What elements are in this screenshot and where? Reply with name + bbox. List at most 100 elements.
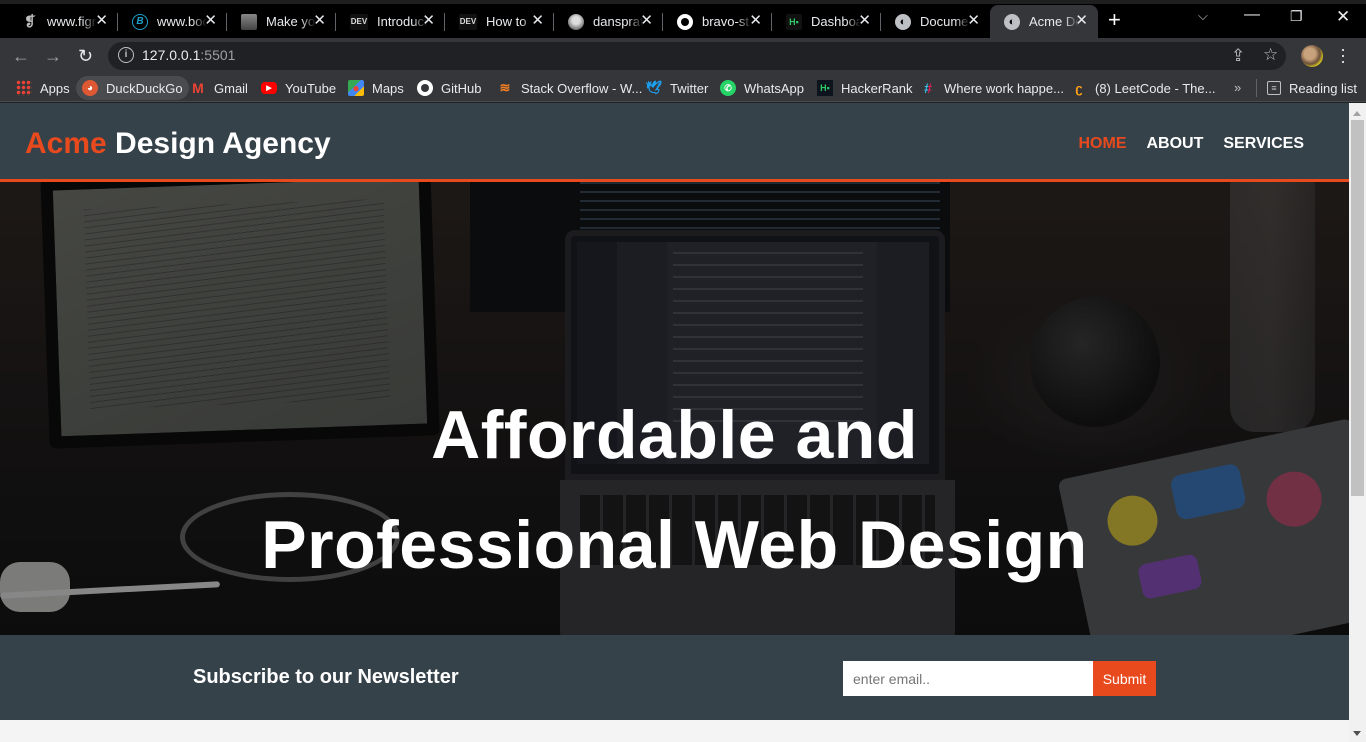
dev-icon: DEV [459,13,477,30]
site-info-icon[interactable]: i [118,47,134,63]
close-tab-icon[interactable]: ✕ [967,13,980,29]
hero-heading: Affordable and Professional Web Design [0,380,1349,600]
bookmark-label: WhatsApp [744,80,804,96]
bookmark-item[interactable]: GitHub [411,76,487,100]
close-tab-icon[interactable]: ✕ [749,13,762,29]
profile-photo-icon [568,13,584,30]
bookmark-label: GitHub [441,80,482,96]
tab-title: Make your [266,14,316,29]
tab-title: bravo-st [702,14,749,29]
bookmarks-overflow-button[interactable]: » [1234,80,1241,95]
leetcode-icon: ʗ [1075,80,1083,96]
browser-tab[interactable]: H▪ Dashboard ✕ [772,5,881,38]
reading-list-button[interactable]: ≡ Reading list [1261,76,1363,100]
browser-menu-icon[interactable]: · · · [1340,40,1346,70]
address-bar[interactable] [108,42,1286,70]
tab-title: Dashboard [811,14,861,29]
bookmark-item[interactable]: ▶ YouTube [255,76,342,100]
page-scrollbar[interactable] [1349,103,1366,742]
close-tab-icon[interactable]: ✕ [204,13,217,29]
bookmark-item[interactable]: M Gmail [184,76,254,100]
browser-tab[interactable]: Make your ✕ [227,5,336,38]
scrollbar-thumb[interactable] [1351,120,1364,496]
whatsapp-icon: ✆ [720,80,736,96]
reading-list-icon: ≡ [1267,81,1281,95]
close-tab-icon[interactable]: ✕ [640,13,653,29]
site-logo[interactable]: Acme Design Agency [25,127,331,161]
bookmark-item[interactable]: H▪ HackerRank [811,76,919,100]
back-button[interactable]: ← [12,44,30,68]
bookmark-item[interactable]: ʗ (8) LeetCode - The... [1065,76,1221,100]
browser-tab[interactable]: B www.bootstrap ✕ [118,5,227,38]
bookmark-item[interactable]: ≋ Stack Overflow - W... [491,76,648,100]
hero-showcase: Affordable and Professional Web Design [0,182,1349,635]
github-icon [677,13,693,30]
close-tab-icon[interactable]: ✕ [1075,13,1088,29]
restore-button[interactable]: ❐ [1290,8,1303,25]
tab-title: dansprat [593,14,643,29]
share-icon[interactable]: ⇪ [1231,46,1245,66]
browser-tab[interactable]: ◐ Document ✕ [881,5,990,38]
profile-avatar[interactable] [1301,45,1323,67]
slack-icon: # [920,80,936,96]
bookmark-item[interactable]: 🕊 Twitter [640,76,714,100]
hero-heading-line2: Professional Web Design [261,507,1088,583]
browser-tab[interactable]: ❡ www.figma.com ✕ [8,5,118,38]
bookmark-label: Where work happe... [944,80,1064,96]
bookmark-label: Maps [372,80,404,96]
bootstrap-icon: B [132,13,148,30]
new-tab-button[interactable]: + [1108,9,1121,31]
submit-button[interactable]: Submit [1093,661,1156,696]
bookmark-item[interactable]: ● Maps [342,76,410,100]
browser-tab[interactable]: DEV How to ✕ [445,5,554,38]
nav-link-home[interactable]: Home [1078,135,1126,153]
gmail-icon: M [192,80,204,96]
close-tab-icon[interactable]: ✕ [858,13,871,29]
bookmark-label: DuckDuckGo [106,80,183,96]
browser-tab[interactable]: DEV Introducing ✕ [336,5,445,38]
tab-title: www.figma.com [47,14,97,29]
nav-link-about[interactable]: About [1146,135,1203,153]
site-header: Acme Design Agency Home About Services [0,103,1349,182]
newsletter-form: Submit [843,661,1156,696]
main-nav: Home About Services [1078,135,1304,153]
reload-button[interactable]: ↻ [78,44,93,68]
tab-search-chevron-icon[interactable]: ⌵ [1198,8,1208,24]
github-icon [417,80,433,96]
close-tab-icon[interactable]: ✕ [531,13,544,29]
globe-icon: ◐ [895,13,911,30]
twitter-icon: 🕊 [645,80,663,95]
page-viewport: Acme Design Agency Home About Services A… [0,103,1349,742]
close-window-button[interactable]: ✕ [1336,7,1350,27]
minimize-button[interactable]: — [1244,6,1260,24]
close-tab-icon[interactable]: ✕ [422,13,435,29]
scroll-down-arrow-icon[interactable] [1353,731,1361,736]
newsletter-section: Subscribe to our Newsletter Submit [0,635,1349,720]
bookmark-item[interactable]: Apps [10,76,76,100]
close-tab-icon[interactable]: ✕ [313,13,326,29]
forward-button[interactable]: → [44,44,62,68]
bookmark-item[interactable]: # Where work happe... [914,76,1070,100]
url-host: 127.0.0.1 [142,47,201,63]
bookmark-label: Stack Overflow - W... [521,80,643,96]
email-input[interactable] [843,661,1093,696]
newsletter-title: Subscribe to our Newsletter [193,666,459,688]
browser-tab-active[interactable]: ◐ Acme Design ✕ [990,5,1098,38]
bookmark-item[interactable]: ◕ DuckDuckGo [76,76,189,100]
logo-text: Design Agency [106,127,331,160]
maps-icon: ● [348,80,364,96]
bookmark-star-icon[interactable]: ☆ [1263,45,1278,65]
address-url[interactable]: 127.0.0.1:5501 [142,47,235,63]
browser-tab[interactable]: bravo-st ✕ [663,5,772,38]
nav-link-services[interactable]: Services [1223,135,1304,153]
close-tab-icon[interactable]: ✕ [95,13,108,29]
bookmark-item[interactable]: ✆ WhatsApp [714,76,810,100]
dev-icon: DEV [350,13,368,30]
profile-photo-icon [241,13,257,30]
tab-title: How to [486,14,527,29]
bookmark-label: (8) LeetCode - The... [1095,80,1216,96]
browser-tab-strip: ❡ www.figma.com ✕ B www.bootstrap ✕ Make… [0,0,1366,38]
browser-tab[interactable]: dansprat ✕ [554,5,663,38]
scroll-up-arrow-icon[interactable] [1353,111,1361,116]
tab-title: Document [920,14,970,29]
